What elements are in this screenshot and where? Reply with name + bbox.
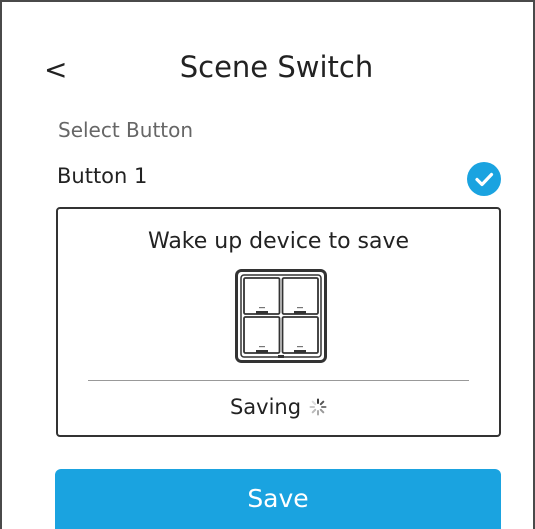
saving-status: Saving [58, 395, 499, 419]
button-option-label: Button 1 [57, 164, 148, 188]
saving-status-label: Saving [229, 395, 302, 419]
card-title: Wake up device to save [147, 229, 410, 254]
save-status-card: Wake up device to save Saving [56, 207, 501, 437]
four-gang-switch-icon [235, 269, 327, 363]
card-divider [88, 380, 469, 381]
button-option-row[interactable]: Button 1 [57, 160, 501, 196]
check-circle-icon [467, 162, 501, 196]
page-title: Scene Switch [179, 50, 374, 84]
loading-spinner-icon [309, 397, 327, 416]
select-button-label: Select Button [58, 118, 194, 142]
save-button[interactable]: Save [55, 469, 501, 529]
